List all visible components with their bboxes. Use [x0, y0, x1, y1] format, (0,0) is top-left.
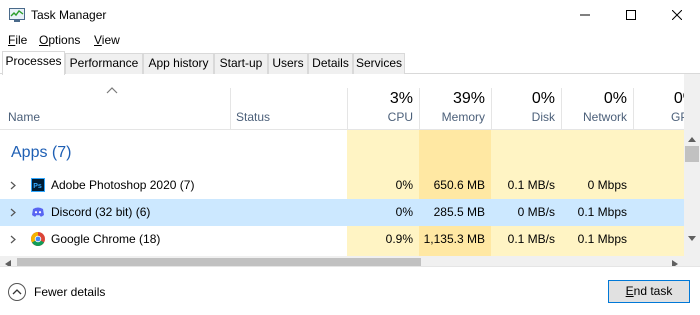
process-network: 0 Mbps — [587, 178, 627, 192]
scroll-up-arrow-icon[interactable] — [688, 136, 696, 142]
window-title: Task Manager — [31, 8, 107, 22]
process-list: Apps (7) Ps Adobe Photoshop 2020 (7) 0% … — [0, 130, 684, 256]
process-name: Discord (32 bit) (6) — [51, 205, 151, 219]
table-row[interactable]: Google Chrome (18) 0.9% 1,135.3 MB 0.1 M… — [0, 226, 684, 253]
process-memory: 1,135.3 MB — [423, 232, 485, 246]
svg-text:Ps: Ps — [33, 183, 42, 190]
process-name: Adobe Photoshop 2020 (7) — [51, 178, 195, 192]
process-disk: 0.1 MB/s — [507, 178, 555, 192]
processes-panel: Name Status 3% CPU 39% Memory 0% Disk 0%… — [0, 74, 700, 273]
tab-performance[interactable]: Performance — [65, 53, 143, 74]
column-name[interactable]: Name — [8, 110, 40, 124]
process-name: Google Chrome (18) — [51, 232, 161, 246]
column-separator[interactable] — [230, 88, 231, 130]
process-cpu: 0% — [395, 205, 413, 219]
group-title-apps[interactable]: Apps (7) — [11, 144, 71, 162]
tab-details[interactable]: Details — [308, 53, 353, 74]
column-network[interactable]: Network — [561, 110, 627, 124]
minimize-button[interactable] — [562, 0, 608, 30]
menu-options[interactable]: Options — [39, 33, 80, 47]
menu-bar: File Options View — [0, 30, 700, 50]
menu-options-label: ptions — [48, 33, 81, 47]
menu-view-label: iew — [101, 33, 120, 47]
tab-services[interactable]: Services — [353, 53, 405, 74]
footer-bar: Fewer details End task — [0, 266, 700, 315]
memory-total-percent[interactable]: 39% — [419, 90, 485, 108]
menu-view[interactable]: View — [94, 33, 120, 47]
process-cpu: 0% — [395, 178, 413, 192]
close-button[interactable] — [654, 0, 700, 30]
process-cpu: 0.9% — [385, 232, 413, 246]
menu-options-accel: O — [39, 33, 49, 47]
disk-total-percent[interactable]: 0% — [491, 90, 555, 108]
column-disk[interactable]: Disk — [491, 110, 555, 124]
close-icon — [672, 10, 682, 20]
network-total-percent[interactable]: 0% — [561, 90, 627, 108]
tab-processes[interactable]: Processes — [2, 51, 65, 75]
tab-start-up[interactable]: Start-up — [214, 53, 268, 74]
tab-app-history[interactable]: App history — [143, 53, 214, 74]
chevron-right-icon[interactable] — [9, 235, 17, 244]
column-cpu[interactable]: CPU — [347, 110, 413, 124]
column-header-row: Name Status 3% CPU 39% Memory 0% Disk 0%… — [0, 74, 697, 130]
chevron-right-icon[interactable] — [9, 181, 17, 190]
discord-icon — [32, 207, 44, 217]
maximize-button[interactable] — [608, 0, 654, 30]
process-memory: 650.6 MB — [433, 178, 485, 192]
fewer-details-link[interactable]: Fewer details — [34, 285, 105, 299]
process-memory: 285.5 MB — [433, 205, 485, 219]
end-task-accel: E — [625, 284, 634, 298]
tab-strip: Processes Performance App history Start-… — [0, 51, 700, 75]
column-status[interactable]: Status — [236, 110, 270, 124]
process-disk: 0.1 MB/s — [507, 232, 555, 246]
process-disk: 0 MB/s — [517, 205, 555, 219]
chevron-up-icon — [12, 289, 22, 295]
cpu-total-percent[interactable]: 3% — [347, 90, 413, 108]
vertical-scrollbar[interactable] — [684, 74, 700, 256]
photoshop-icon: Ps — [31, 178, 45, 192]
task-manager-icon — [9, 8, 25, 22]
chevron-right-icon[interactable] — [9, 208, 17, 217]
menu-file-label: ile — [15, 33, 28, 47]
chrome-icon — [31, 232, 45, 246]
process-network: 0.1 Mbps — [577, 205, 627, 219]
vertical-scrollbar-thumb[interactable] — [685, 146, 699, 162]
menu-view-accel: V — [94, 33, 102, 47]
end-task-button[interactable]: End task — [608, 280, 690, 303]
sort-ascending-icon — [106, 87, 118, 94]
title-bar: Task Manager — [0, 0, 700, 30]
tab-users[interactable]: Users — [268, 53, 308, 74]
minimize-icon — [580, 14, 590, 16]
column-memory[interactable]: Memory — [419, 110, 485, 124]
maximize-icon — [626, 10, 636, 20]
end-task-label: nd task — [633, 284, 673, 298]
fewer-details-button[interactable] — [8, 283, 26, 301]
table-row-selected[interactable]: Discord (32 bit) (6) 0% 285.5 MB 0 MB/s … — [0, 199, 684, 226]
menu-file[interactable]: File — [8, 33, 27, 47]
scroll-down-arrow-icon[interactable] — [688, 236, 696, 242]
process-network: 0.1 Mbps — [577, 232, 627, 246]
table-row[interactable]: Ps Adobe Photoshop 2020 (7) 0% 650.6 MB … — [0, 172, 684, 199]
